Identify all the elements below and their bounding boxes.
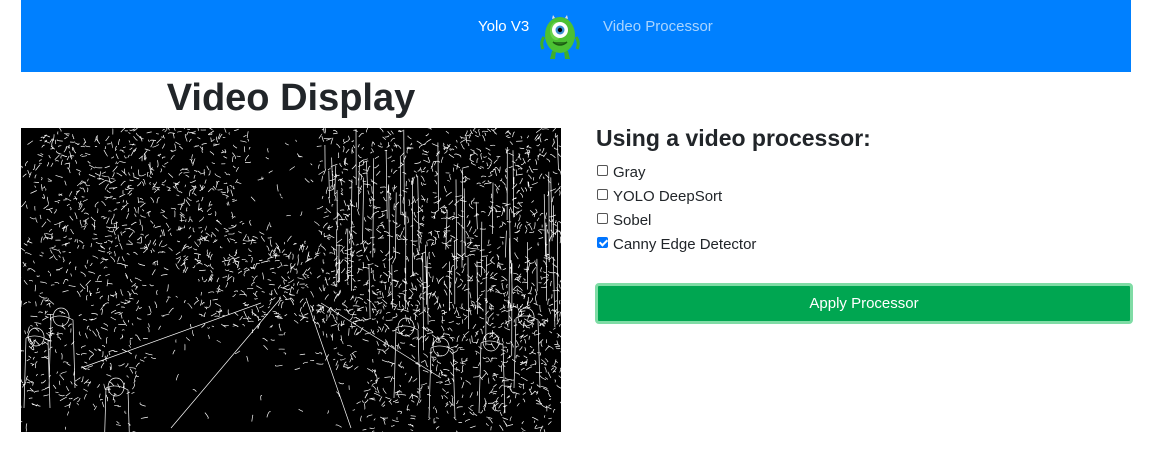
option-gray[interactable]: Gray — [596, 160, 756, 184]
monster-logo-icon[interactable] — [540, 15, 580, 61]
option-label: Canny Edge Detector — [613, 235, 757, 253]
option-label: YOLO DeepSort — [613, 187, 723, 205]
option-label: Gray — [613, 163, 646, 181]
canny-checkbox[interactable] — [597, 236, 608, 248]
video-player[interactable] — [21, 128, 561, 432]
edge-lines — [21, 128, 561, 432]
video-processor-link[interactable]: Video Processor — [603, 17, 713, 37]
sobel-checkbox[interactable] — [597, 212, 608, 224]
processor-panel-title: Using a video processor: — [596, 125, 871, 151]
option-yolo-deepsort[interactable]: YOLO DeepSort — [596, 184, 756, 208]
option-sobel[interactable]: Sobel — [596, 208, 756, 232]
processor-options: Gray YOLO DeepSort Sobel Canny Edge Dete… — [596, 160, 756, 256]
video-display-title: Video Display — [166, 77, 416, 119]
option-canny-edge-detector[interactable]: Canny Edge Detector — [596, 232, 756, 256]
apply-processor-button[interactable]: Apply Processor — [595, 283, 1133, 324]
brand-link[interactable]: Yolo V3 — [478, 17, 529, 37]
yolo-deepsort-checkbox[interactable] — [597, 188, 608, 200]
top-navbar: Yolo V3 Video Processor — [21, 0, 1131, 72]
edge-path — [21, 128, 561, 432]
option-label: Sobel — [613, 211, 652, 229]
canny-edge-frame — [21, 128, 561, 432]
gray-checkbox[interactable] — [597, 164, 608, 176]
